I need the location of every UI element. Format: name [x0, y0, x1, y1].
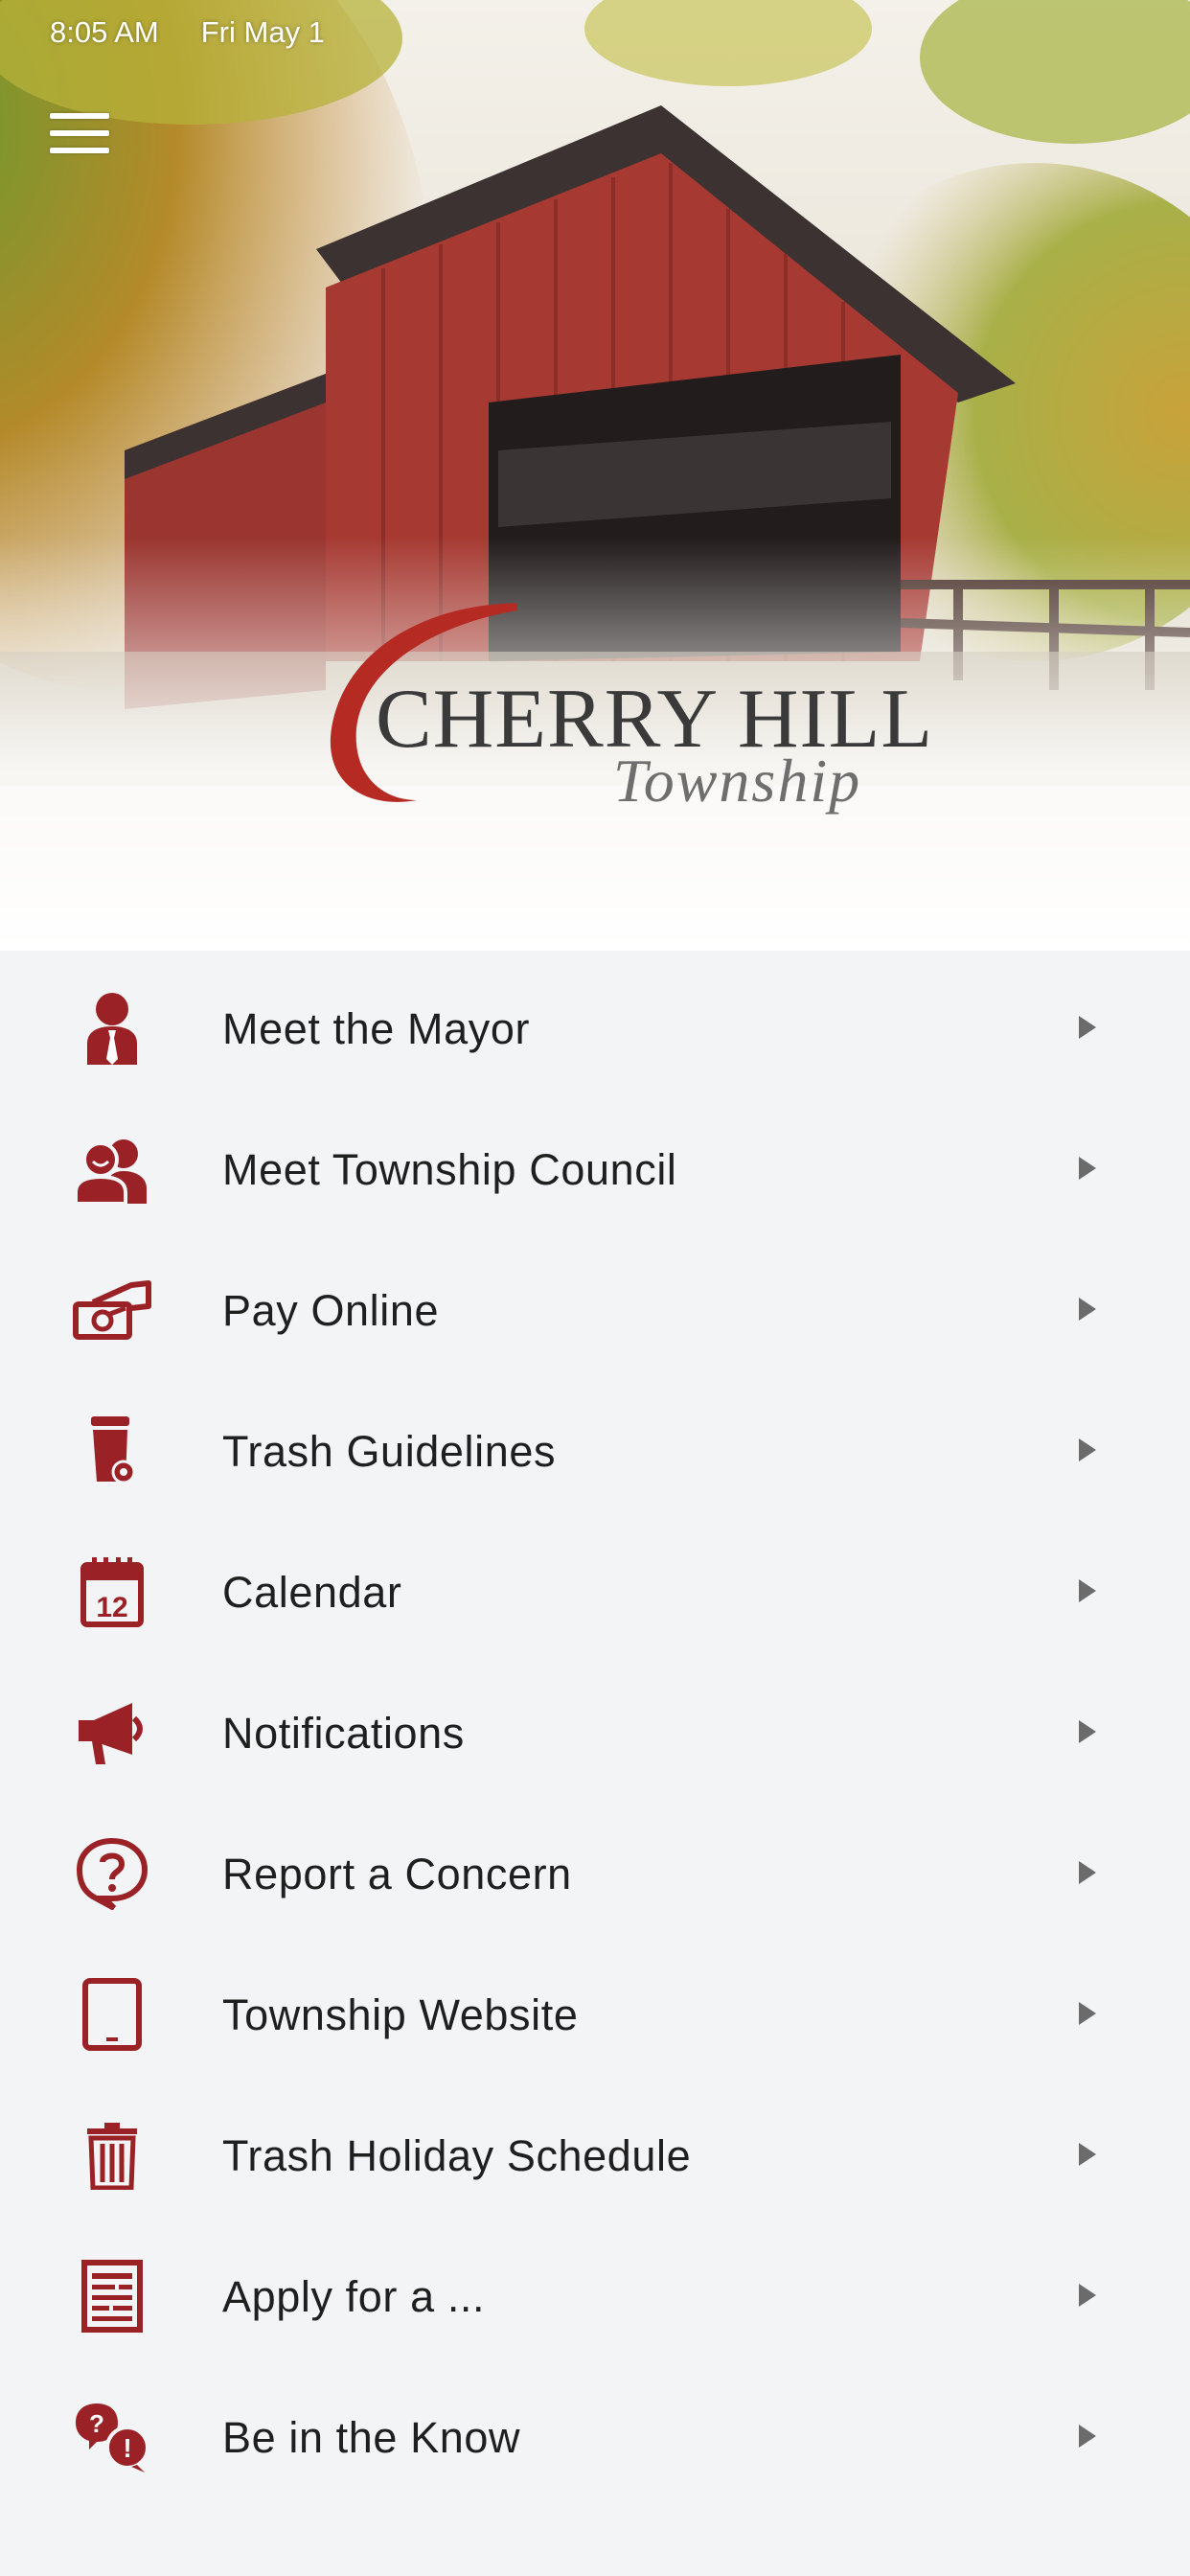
- menu-item-meet-township-council[interactable]: Meet Township Council: [0, 1099, 1190, 1240]
- menu-item-label: Pay Online: [222, 1286, 440, 1335]
- chevron-right-icon: [1079, 1438, 1096, 1461]
- chevron-right-icon: [1079, 1579, 1096, 1602]
- chat-info-icon: ? !: [67, 2399, 157, 2475]
- hamburger-menu-button[interactable]: [50, 113, 136, 199]
- svg-text:12: 12: [96, 1592, 127, 1623]
- status-bar: 8:05 AM Fri May 1: [50, 15, 325, 54]
- tablet-icon: [67, 1976, 157, 2053]
- menu-item-label: Trash Guidelines: [222, 1427, 557, 1476]
- menu-item-label: Notifications: [222, 1709, 465, 1758]
- menu-item-label: Meet the Mayor: [222, 1004, 531, 1053]
- menu-item-label: Trash Holiday Schedule: [222, 2131, 692, 2180]
- menu-item-be-in-the-know[interactable]: ? ! Be in the Know: [0, 2367, 1190, 2508]
- trash-bin-icon: [67, 1413, 157, 1489]
- chevron-right-icon: [1079, 1157, 1096, 1180]
- chevron-right-icon: [1079, 1861, 1096, 1884]
- chevron-right-icon: [1079, 1016, 1096, 1039]
- menu-item-pay-online[interactable]: Pay Online: [0, 1240, 1190, 1381]
- chevron-right-icon: [1079, 1720, 1096, 1743]
- chevron-right-icon: [1079, 2002, 1096, 2025]
- menu-item-label: Township Website: [222, 1990, 579, 2039]
- hamburger-icon: [50, 113, 109, 165]
- menu-item-notifications[interactable]: Notifications: [0, 1663, 1190, 1804]
- menu-item-report-a-concern[interactable]: Report a Concern: [0, 1804, 1190, 1944]
- trash-can-icon: [67, 2117, 157, 2194]
- menu-item-meet-the-mayor[interactable]: Meet the Mayor: [0, 958, 1190, 1099]
- main-menu: Meet the Mayor Meet Township Council Pay…: [0, 958, 1190, 2508]
- menu-item-label: Be in the Know: [222, 2413, 521, 2462]
- township-logo: CHERRY HILL Township: [326, 594, 932, 843]
- svg-text:?: ?: [89, 2409, 104, 2438]
- question-bubble-icon: [67, 1835, 157, 1912]
- status-date: Fri May 1: [200, 15, 325, 49]
- status-time: 8:05 AM: [50, 15, 159, 49]
- chevron-right-icon: [1079, 2284, 1096, 2307]
- menu-item-township-website[interactable]: Township Website: [0, 1944, 1190, 2085]
- menu-item-apply-for[interactable]: Apply for a ...: [0, 2226, 1190, 2367]
- chevron-right-icon: [1079, 2425, 1096, 2448]
- hero-banner: 8:05 AM Fri May 1 CHERRY HILL Township: [0, 0, 1190, 951]
- menu-item-calendar[interactable]: 12 Calendar: [0, 1522, 1190, 1663]
- menu-item-trash-guidelines[interactable]: Trash Guidelines: [0, 1381, 1190, 1522]
- megaphone-icon: [67, 1694, 157, 1771]
- menu-item-label: Report a Concern: [222, 1850, 572, 1898]
- menu-item-trash-holiday-schedule[interactable]: Trash Holiday Schedule: [0, 2085, 1190, 2226]
- menu-item-label: Calendar: [222, 1568, 402, 1617]
- logo-sub-text: Township: [613, 747, 862, 815]
- chevron-right-icon: [1079, 1298, 1096, 1321]
- calendar-icon: 12: [67, 1553, 157, 1630]
- form-icon: [67, 2258, 157, 2334]
- chevron-right-icon: [1079, 2143, 1096, 2166]
- payment-icon: [67, 1272, 157, 1348]
- council-icon: [67, 1131, 157, 1208]
- menu-item-label: Apply for a ...: [222, 2272, 486, 2321]
- mayor-icon: [67, 990, 157, 1067]
- svg-text:!: !: [123, 2433, 131, 2463]
- menu-item-label: Meet Township Council: [222, 1145, 677, 1194]
